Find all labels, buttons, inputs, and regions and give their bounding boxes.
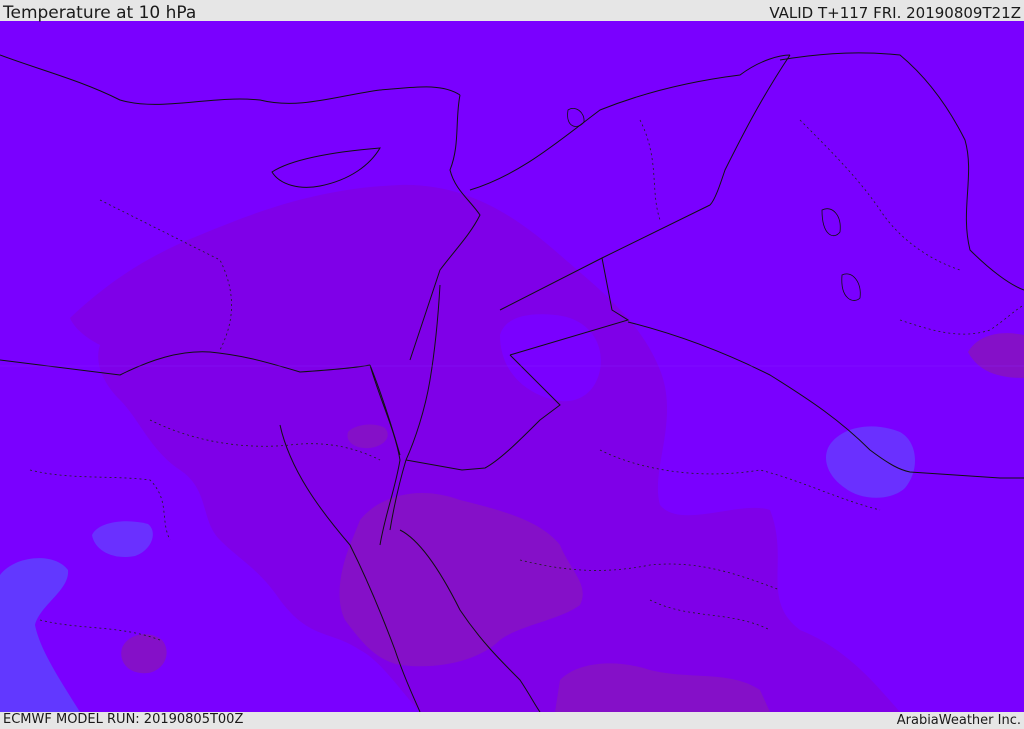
header-bar: Temperature at 10 hPa VALID T+117 FRI. 2… bbox=[0, 0, 1024, 23]
map-figure: Temperature at 10 hPa VALID T+117 FRI. 2… bbox=[0, 0, 1024, 729]
map-title: Temperature at 10 hPa bbox=[3, 3, 197, 23]
temperature-map bbox=[0, 21, 1024, 712]
credit: ArabiaWeather Inc. bbox=[896, 713, 1021, 728]
footer-bar: ECMWF MODEL RUN: 20190805T00Z ArabiaWeat… bbox=[0, 712, 1024, 729]
model-run: ECMWF MODEL RUN: 20190805T00Z bbox=[3, 712, 244, 727]
valid-time: VALID T+117 FRI. 20190809T21Z bbox=[769, 4, 1021, 22]
